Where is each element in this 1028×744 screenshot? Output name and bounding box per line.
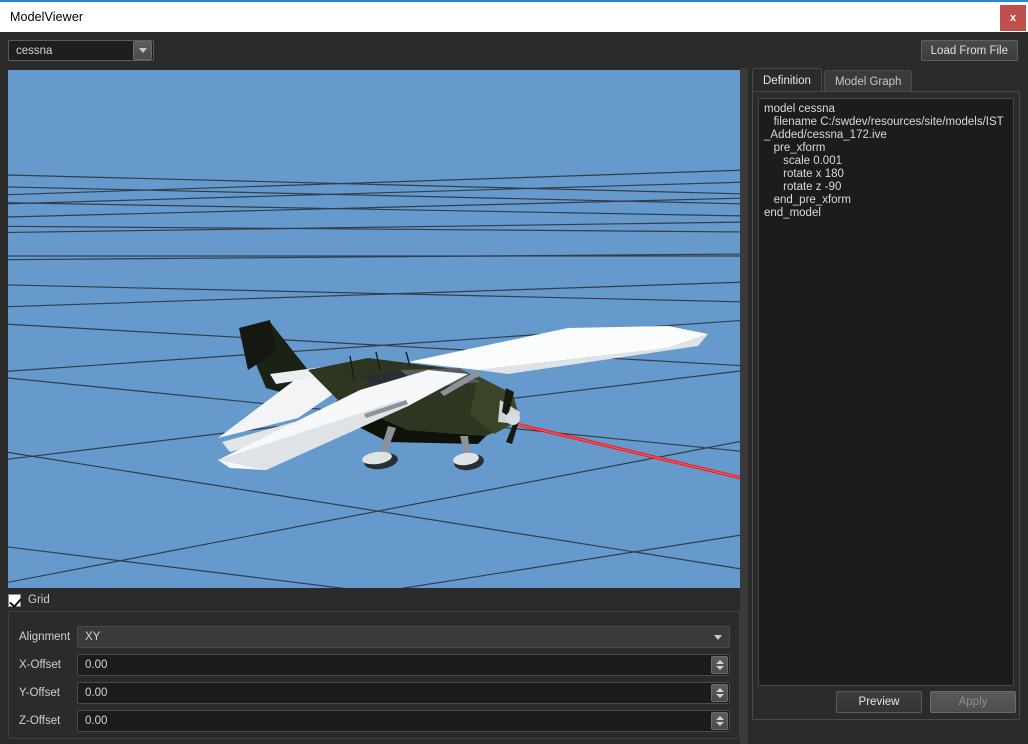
top-toolbar: cessna Load From File	[0, 32, 1028, 68]
y-offset-field[interactable]: 0.00	[77, 682, 730, 704]
chevron-down-icon[interactable]	[133, 41, 152, 60]
z-offset-stepper[interactable]	[711, 712, 728, 730]
window-title: ModelViewer	[10, 10, 84, 24]
caret-shape	[714, 634, 722, 640]
viewer-column: Grid Alignment XY X-Offset 0.00 Y-Offset…	[0, 68, 740, 744]
y-offset-value: 0.00	[85, 687, 108, 699]
tab-definition[interactable]: Definition	[752, 68, 822, 92]
apply-button: Apply	[930, 691, 1016, 713]
stepper-up-icon[interactable]	[715, 716, 724, 720]
load-from-file-button[interactable]: Load From File	[920, 40, 1018, 61]
tab-strip: Definition Model Graph	[748, 68, 913, 92]
definition-text-area[interactable]: model cessna filename C:/swdev/resources…	[758, 98, 1014, 686]
model-viewer-window: ModelViewer x cessna Load From File Grid…	[0, 0, 1028, 744]
x-offset-stepper[interactable]	[711, 656, 728, 674]
definition-tab-panel: model cessna filename C:/swdev/resources…	[752, 91, 1020, 720]
alignment-value: XY	[85, 631, 101, 643]
z-offset-label: Z-Offset	[19, 715, 61, 727]
chevron-down-icon[interactable]	[710, 629, 726, 645]
inspector-panel: Definition Model Graph model cessna file…	[748, 68, 1028, 744]
stepper-down-icon[interactable]	[715, 694, 724, 698]
caret-shape	[138, 48, 147, 53]
stepper-down-icon[interactable]	[715, 666, 724, 670]
x-offset-field[interactable]: 0.00	[77, 654, 730, 676]
x-offset-value: 0.00	[85, 659, 108, 671]
z-offset-row: Z-Offset 0.00	[19, 710, 730, 732]
grid-checkbox[interactable]	[8, 593, 21, 607]
x-offset-label: X-Offset	[19, 659, 61, 671]
close-icon[interactable]: x	[1000, 5, 1026, 31]
3d-viewport[interactable]	[8, 70, 740, 588]
y-offset-stepper[interactable]	[711, 684, 728, 702]
viewport-scene	[8, 70, 740, 588]
stepper-up-icon[interactable]	[715, 660, 724, 664]
preview-button[interactable]: Preview	[836, 691, 922, 713]
title-bar: ModelViewer x	[0, 0, 1028, 32]
model-select-combo[interactable]: cessna	[8, 40, 154, 61]
alignment-label: Alignment	[19, 631, 71, 643]
stepper-up-icon[interactable]	[715, 688, 724, 692]
alignment-row: Alignment XY	[19, 626, 730, 648]
panel-splitter[interactable]	[740, 68, 748, 744]
stepper-down-icon[interactable]	[715, 722, 724, 726]
grid-properties-group: Alignment XY X-Offset 0.00 Y-Offset 0.00…	[8, 611, 740, 739]
model-select-value: cessna	[16, 44, 53, 57]
y-offset-label: Y-Offset	[19, 687, 60, 699]
z-offset-value: 0.00	[85, 715, 108, 727]
y-offset-row: Y-Offset 0.00	[19, 682, 730, 704]
x-offset-row: X-Offset 0.00	[19, 654, 730, 676]
z-offset-field[interactable]: 0.00	[77, 710, 730, 732]
panel-action-buttons: Preview Apply	[758, 691, 1016, 713]
grid-checkbox-label: Grid	[28, 594, 50, 606]
alignment-combo[interactable]: XY	[77, 626, 730, 648]
tab-model-graph[interactable]: Model Graph	[823, 70, 913, 92]
grid-toggle-row[interactable]: Grid	[8, 590, 50, 610]
